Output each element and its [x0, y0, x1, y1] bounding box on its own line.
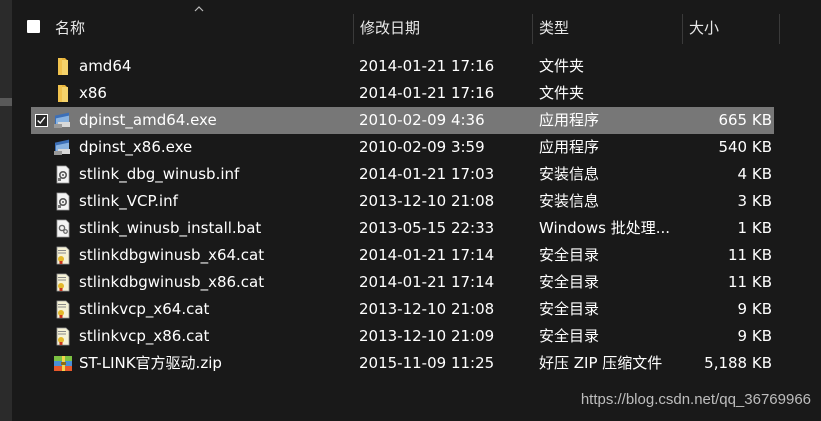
column-header-name-label: 名称 — [55, 19, 86, 37]
column-header-date[interactable]: 修改日期 — [353, 14, 532, 44]
security-catalog-icon — [53, 273, 73, 292]
file-row[interactable]: stlink_winusb_install.bat 2013-05-15 22:3… — [31, 215, 774, 242]
file-name: dpinst_x86.exe — [79, 138, 193, 156]
file-type: 安全目录 — [539, 273, 600, 291]
file-name: stlink_dbg_winusb.inf — [79, 165, 240, 183]
row-checkbox[interactable] — [35, 114, 48, 127]
file-type: 文件夹 — [539, 57, 585, 75]
folder-icon — [53, 84, 73, 103]
setup-info-icon — [53, 192, 73, 211]
file-modified-date: 2015-11-09 11:25 — [359, 354, 495, 372]
file-row[interactable]: stlinkdbgwinusb_x86.cat 2014-01-21 17:14 安… — [31, 269, 774, 296]
column-header-size-label: 大小 — [689, 19, 720, 37]
file-size: 1 KB — [737, 219, 772, 237]
column-header-date-label: 修改日期 — [360, 19, 421, 37]
column-divider[interactable] — [779, 14, 780, 44]
file-modified-date: 2014-01-21 17:14 — [359, 273, 495, 291]
select-all-checkbox[interactable] — [27, 20, 40, 33]
file-row[interactable]: dpinst_amd64.exe 2010-02-09 4:36 应用程序 665 K… — [31, 107, 774, 134]
file-size: 11 KB — [728, 273, 772, 291]
batch-file-icon — [53, 219, 73, 238]
file-size: 540 KB — [718, 138, 772, 156]
column-header-type-label: 类型 — [539, 19, 570, 37]
security-catalog-icon — [53, 246, 73, 265]
installer-exe-icon — [53, 138, 73, 157]
file-name: stlinkvcp_x86.cat — [79, 327, 210, 345]
file-explorer-window: 名称 修改日期 类型 大小 amd64 2014-01-21 17:16 文件夹 x8… — [0, 0, 821, 421]
file-row[interactable]: stlink_dbg_winusb.inf 2014-01-21 17:03 安装信… — [31, 161, 774, 188]
file-type: 安全目录 — [539, 300, 600, 318]
zip-archive-icon — [53, 354, 73, 373]
security-catalog-icon — [53, 327, 73, 346]
file-size: 9 KB — [737, 327, 772, 345]
file-modified-date: 2014-01-21 17:16 — [359, 84, 495, 102]
file-size: 3 KB — [737, 192, 772, 210]
file-type: 应用程序 — [539, 138, 600, 156]
file-size: 5,188 KB — [704, 354, 772, 372]
folder-icon — [53, 57, 73, 76]
file-row[interactable]: stlinkvcp_x64.cat 2013-12-10 21:08 安全目录 9 K… — [31, 296, 774, 323]
file-type: 安全目录 — [539, 327, 600, 345]
file-name: stlinkvcp_x64.cat — [79, 300, 210, 318]
file-modified-date: 2013-12-10 21:09 — [359, 327, 495, 345]
file-type: 安装信息 — [539, 165, 600, 183]
file-row[interactable]: dpinst_x86.exe 2010-02-09 3:59 应用程序 540 KB — [31, 134, 774, 161]
file-modified-date: 2010-02-09 4:36 — [359, 111, 485, 129]
column-header-bar: 名称 修改日期 类型 大小 — [12, 0, 821, 46]
file-size: 4 KB — [737, 165, 772, 183]
navigation-pane-marker — [0, 98, 12, 106]
file-row[interactable]: x86 2014-01-21 17:16 文件夹 — [31, 80, 774, 107]
setup-info-icon — [53, 165, 73, 184]
file-name: amd64 — [79, 57, 132, 75]
navigation-pane-edge[interactable] — [0, 0, 12, 421]
file-name: stlinkdbgwinusb_x64.cat — [79, 246, 265, 264]
file-type: 应用程序 — [539, 111, 600, 129]
file-size: 9 KB — [737, 300, 772, 318]
file-row[interactable]: stlink_VCP.inf 2013-12-10 21:08 安装信息 3 KB — [31, 188, 774, 215]
watermark-text: https://blog.csdn.net/qq_36769966 — [580, 391, 811, 408]
file-modified-date: 2014-01-21 17:16 — [359, 57, 495, 75]
file-type: 安全目录 — [539, 246, 600, 264]
file-modified-date: 2013-12-10 21:08 — [359, 192, 495, 210]
file-modified-date: 2010-02-09 3:59 — [359, 138, 485, 156]
file-modified-date: 2014-01-21 17:14 — [359, 246, 495, 264]
file-type: Windows 批处理... — [539, 219, 671, 237]
file-row[interactable]: stlinkvcp_x86.cat 2013-12-10 21:09 安全目录 9 K… — [31, 323, 774, 350]
file-type: 好压 ZIP 压缩文件 — [539, 354, 663, 372]
file-row[interactable]: stlinkdbgwinusb_x64.cat 2014-01-21 17:14 安… — [31, 242, 774, 269]
checkmark-icon — [37, 116, 46, 125]
sort-ascending-icon — [194, 6, 204, 12]
file-modified-date: 2014-01-21 17:03 — [359, 165, 495, 183]
file-name: x86 — [79, 84, 107, 102]
file-modified-date: 2013-05-15 22:33 — [359, 219, 495, 237]
file-type: 安装信息 — [539, 192, 600, 210]
file-size: 11 KB — [728, 246, 772, 264]
column-header-size[interactable]: 大小 — [682, 14, 779, 44]
file-row[interactable]: ST-LINK官方驱动.zip 2015-11-09 11:25 好压 ZIP 压缩… — [31, 350, 774, 377]
file-name: stlink_winusb_install.bat — [79, 219, 262, 237]
column-header-name[interactable]: 名称 — [48, 14, 353, 44]
file-type: 文件夹 — [539, 84, 585, 102]
file-name: stlinkdbgwinusb_x86.cat — [79, 273, 265, 291]
installer-exe-icon — [53, 111, 73, 130]
file-modified-date: 2013-12-10 21:08 — [359, 300, 495, 318]
file-row[interactable]: amd64 2014-01-21 17:16 文件夹 — [31, 53, 774, 80]
security-catalog-icon — [53, 300, 73, 319]
file-name: stlink_VCP.inf — [79, 192, 178, 210]
file-name: ST-LINK官方驱动.zip — [79, 354, 222, 372]
file-size: 665 KB — [718, 111, 772, 129]
file-name: dpinst_amd64.exe — [79, 111, 217, 129]
column-header-type[interactable]: 类型 — [532, 14, 682, 44]
